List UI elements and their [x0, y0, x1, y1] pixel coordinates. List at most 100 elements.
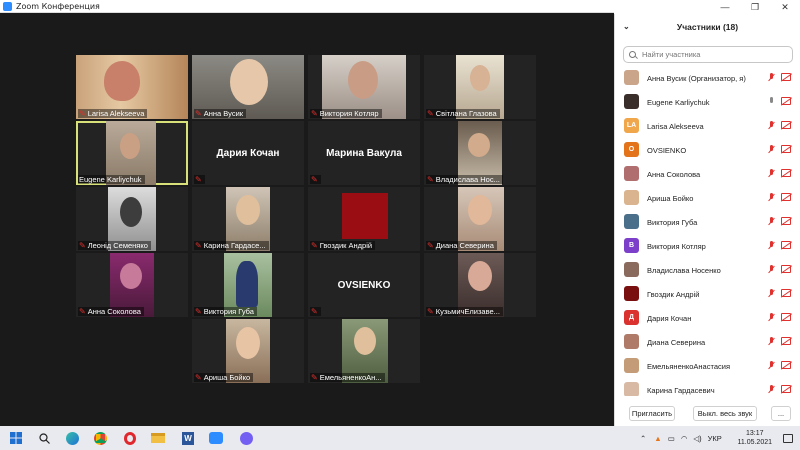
video-off-icon[interactable] — [781, 361, 791, 369]
window-controls: — ❐ ✕ — [614, 0, 800, 14]
video-off-icon[interactable] — [781, 217, 791, 225]
language-indicator[interactable]: УКР — [708, 434, 722, 443]
participant-row[interactable]: Eugene Karliychuk — [615, 90, 800, 114]
participants-header: ⌄ Участники (18) — [615, 14, 800, 40]
participant-search[interactable] — [623, 46, 793, 63]
participant-row[interactable]: Владислава Носенко — [615, 258, 800, 282]
video-off-icon[interactable] — [781, 121, 791, 129]
word-icon[interactable]: W — [180, 430, 196, 446]
mic-muted-icon[interactable] — [768, 385, 775, 394]
mic-icon[interactable] — [768, 97, 775, 106]
mic-muted-icon[interactable] — [768, 241, 775, 250]
video-off-icon[interactable] — [781, 73, 791, 81]
participants-panel: ⌄ Участники (18) Анна Вусик (Организатор… — [614, 14, 800, 426]
restore-icon[interactable]: ❐ — [740, 0, 770, 14]
video-tile-active-speaker[interactable]: Eugene Karliychuk — [76, 121, 188, 185]
tile-name: Карина Гардасе... — [203, 241, 266, 250]
participant-row[interactable]: LA Larisa Alekseeva — [615, 114, 800, 138]
video-tile[interactable]: ✎ ЕмельяненкоАн... — [308, 319, 420, 383]
video-tile[interactable]: ✎ Владислава Нос... — [424, 121, 536, 185]
mic-muted-icon[interactable] — [768, 169, 775, 178]
mic-muted-icon[interactable] — [768, 313, 775, 322]
participant-row[interactable]: Анна Вусик (Организатор, я) — [615, 66, 800, 90]
mic-muted-icon[interactable] — [768, 73, 775, 82]
video-tile[interactable]: ✎ КузьмичЕлизаве... — [424, 253, 536, 317]
opera-browser-icon[interactable] — [122, 430, 138, 446]
video-off-icon[interactable] — [781, 385, 791, 393]
title-bar: Zoom Конференция — [0, 0, 614, 13]
mic-muted-icon[interactable] — [768, 121, 775, 130]
chevron-down-icon[interactable]: ⌄ — [623, 22, 630, 31]
wifi-icon[interactable]: ◠ — [681, 434, 688, 443]
video-off-icon[interactable] — [781, 337, 791, 345]
network-icon[interactable]: ▭ — [668, 434, 675, 443]
mic-muted-icon[interactable] — [768, 361, 775, 370]
participant-row[interactable]: Карина Гардасевич — [615, 378, 800, 396]
mic-muted-icon[interactable] — [768, 289, 775, 298]
mic-muted-icon: ✎ — [195, 241, 202, 250]
more-button[interactable]: ... — [771, 406, 791, 421]
mic-muted-icon: ✎ — [79, 241, 86, 250]
gallery-view: ✎ Larisa Alekseeva ✎ Анна Вусик ✎ Виктория … — [0, 14, 614, 426]
windows-start-icon[interactable] — [8, 430, 24, 446]
mic-muted-icon[interactable] — [768, 265, 775, 274]
viber-icon[interactable] — [238, 430, 254, 446]
video-tile[interactable]: ✎ Диана Северина — [424, 187, 536, 251]
invite-button[interactable]: Пригласить — [629, 406, 675, 421]
video-off-icon[interactable] — [781, 97, 791, 105]
participant-row[interactable]: Анна Соколова — [615, 162, 800, 186]
mic-muted-icon[interactable] — [768, 337, 775, 346]
participant-row[interactable]: Д Дария Кочан — [615, 306, 800, 330]
video-tile[interactable]: ✎ Гвоздик Андрій — [308, 187, 420, 251]
participant-row[interactable]: В Виктория Котляр — [615, 234, 800, 258]
video-tile[interactable]: ✎ Виктория Котляр — [308, 55, 420, 119]
participant-row[interactable]: Ариша Бойко — [615, 186, 800, 210]
search-icon[interactable] — [36, 430, 52, 446]
video-tile[interactable]: Марина Вакула ✎ — [308, 121, 420, 185]
participant-row[interactable]: ЕмельяненкоАнастасия — [615, 354, 800, 378]
mute-all-button[interactable]: Выкл. весь звук — [693, 406, 757, 421]
participant-row[interactable]: O OVSIENKO — [615, 138, 800, 162]
video-off-icon[interactable] — [781, 169, 791, 177]
video-off-icon[interactable] — [781, 241, 791, 249]
video-off-icon[interactable] — [781, 145, 791, 153]
video-tile[interactable]: ✎ Виктория Губа — [192, 253, 304, 317]
mic-muted-icon[interactable] — [768, 193, 775, 202]
app-tray-icon[interactable]: ▲ — [654, 434, 661, 443]
mic-muted-icon[interactable] — [768, 145, 775, 154]
video-tile[interactable]: ✎ Карина Гардасе... — [192, 187, 304, 251]
video-tile[interactable]: OVSIENKO ✎ — [308, 253, 420, 317]
zoom-app-icon[interactable] — [208, 430, 224, 446]
participant-name: Виктория Котляр — [647, 241, 706, 251]
mic-muted-icon[interactable] — [768, 217, 775, 226]
avatar — [624, 334, 639, 349]
search-input[interactable] — [642, 50, 787, 59]
video-tile[interactable]: ✎ Анна Соколова — [76, 253, 188, 317]
file-explorer-icon[interactable] — [150, 430, 166, 446]
tile-display-name: Марина Вакула — [326, 147, 402, 159]
video-tile[interactable]: ✎ Анна Вусик — [192, 55, 304, 119]
mic-muted-icon: ✎ — [79, 307, 86, 316]
search-icon — [629, 51, 636, 58]
video-off-icon[interactable] — [781, 265, 791, 273]
edge-browser-icon[interactable] — [64, 430, 80, 446]
video-tile[interactable]: Дария Кочан ✎ — [192, 121, 304, 185]
video-tile[interactable]: ✎ Світлана Глазова — [424, 55, 536, 119]
participant-row[interactable]: Гвоздик Андрій — [615, 282, 800, 306]
notifications-icon[interactable] — [780, 430, 796, 446]
video-off-icon[interactable] — [781, 289, 791, 297]
clock[interactable]: 13:17 11.05.2021 — [737, 429, 772, 447]
video-tile[interactable]: ✎ Леонід Семеняко — [76, 187, 188, 251]
minimize-icon[interactable]: — — [710, 0, 740, 14]
mic-muted-icon: ✎ — [195, 109, 202, 118]
chrome-browser-icon[interactable] — [92, 430, 108, 446]
video-off-icon[interactable] — [781, 193, 791, 201]
participant-row[interactable]: Диана Северина — [615, 330, 800, 354]
close-icon[interactable]: ✕ — [770, 0, 800, 14]
video-off-icon[interactable] — [781, 313, 791, 321]
participant-row[interactable]: Виктория Губа — [615, 210, 800, 234]
video-tile[interactable]: ✎ Ариша Бойко — [192, 319, 304, 383]
volume-icon[interactable]: ◁) — [693, 434, 701, 443]
video-tile[interactable]: ✎ Larisa Alekseeva — [76, 55, 188, 119]
chevron-up-icon[interactable]: ⌃ — [640, 434, 646, 443]
